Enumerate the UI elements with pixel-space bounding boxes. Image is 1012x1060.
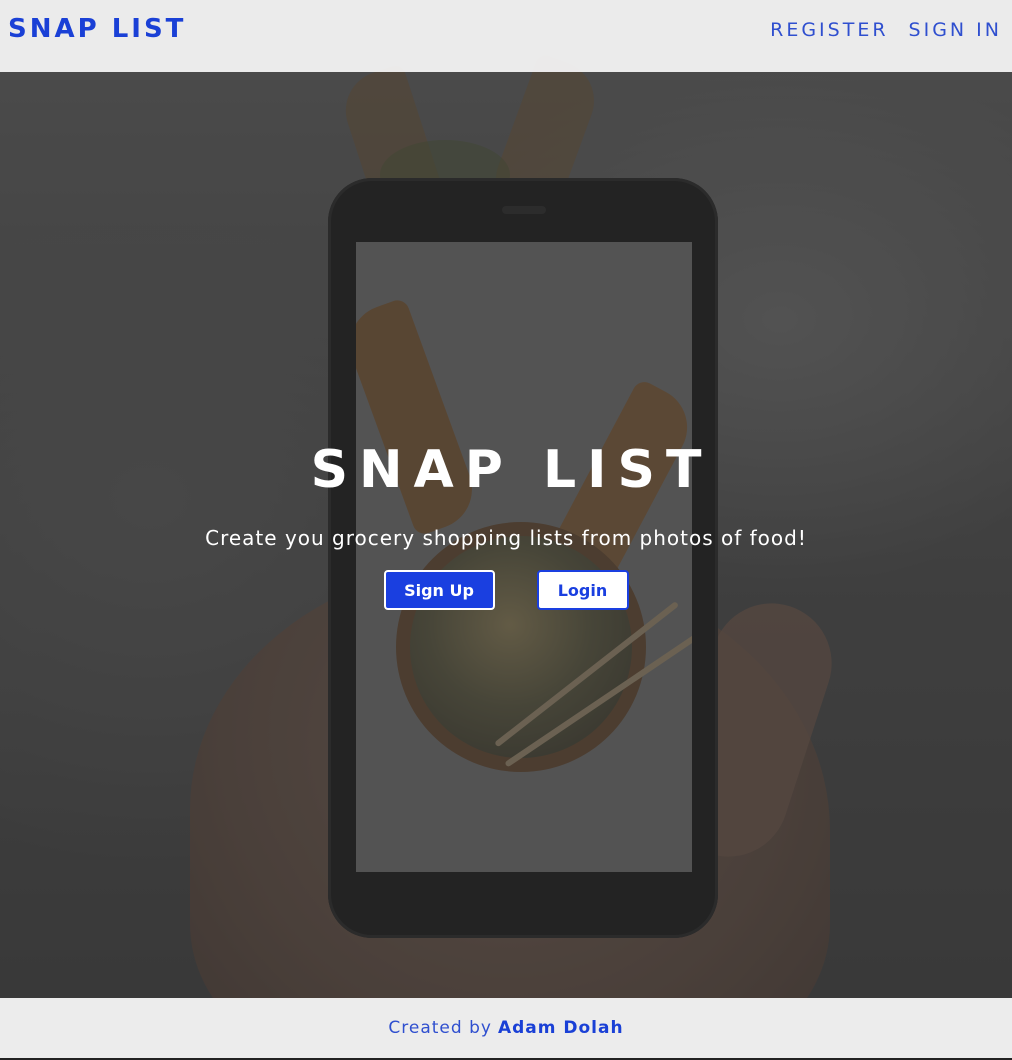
hero-section: SNAP LIST Create you grocery shopping li… bbox=[0, 440, 1012, 610]
register-link[interactable]: REGISTER bbox=[770, 19, 888, 41]
hero-subtitle: Create you grocery shopping lists from p… bbox=[205, 526, 807, 550]
nav-links: REGISTER SIGN IN bbox=[770, 19, 1002, 41]
sign-in-link[interactable]: SIGN IN bbox=[909, 19, 1002, 41]
footer-created-by: Created by bbox=[388, 1018, 492, 1038]
hero-title: SNAP LIST bbox=[310, 440, 713, 500]
brand-logo-link[interactable]: SNAP LIST bbox=[8, 14, 186, 44]
sign-up-button[interactable]: Sign Up bbox=[383, 570, 495, 610]
top-navbar: SNAP LIST REGISTER SIGN IN bbox=[0, 0, 1012, 72]
page-footer: Created by Adam Dolah bbox=[0, 998, 1012, 1060]
login-button[interactable]: Login bbox=[536, 570, 629, 610]
footer-author-link[interactable]: Adam Dolah bbox=[498, 1018, 624, 1038]
hero-button-row: Sign Up Login bbox=[383, 570, 629, 610]
